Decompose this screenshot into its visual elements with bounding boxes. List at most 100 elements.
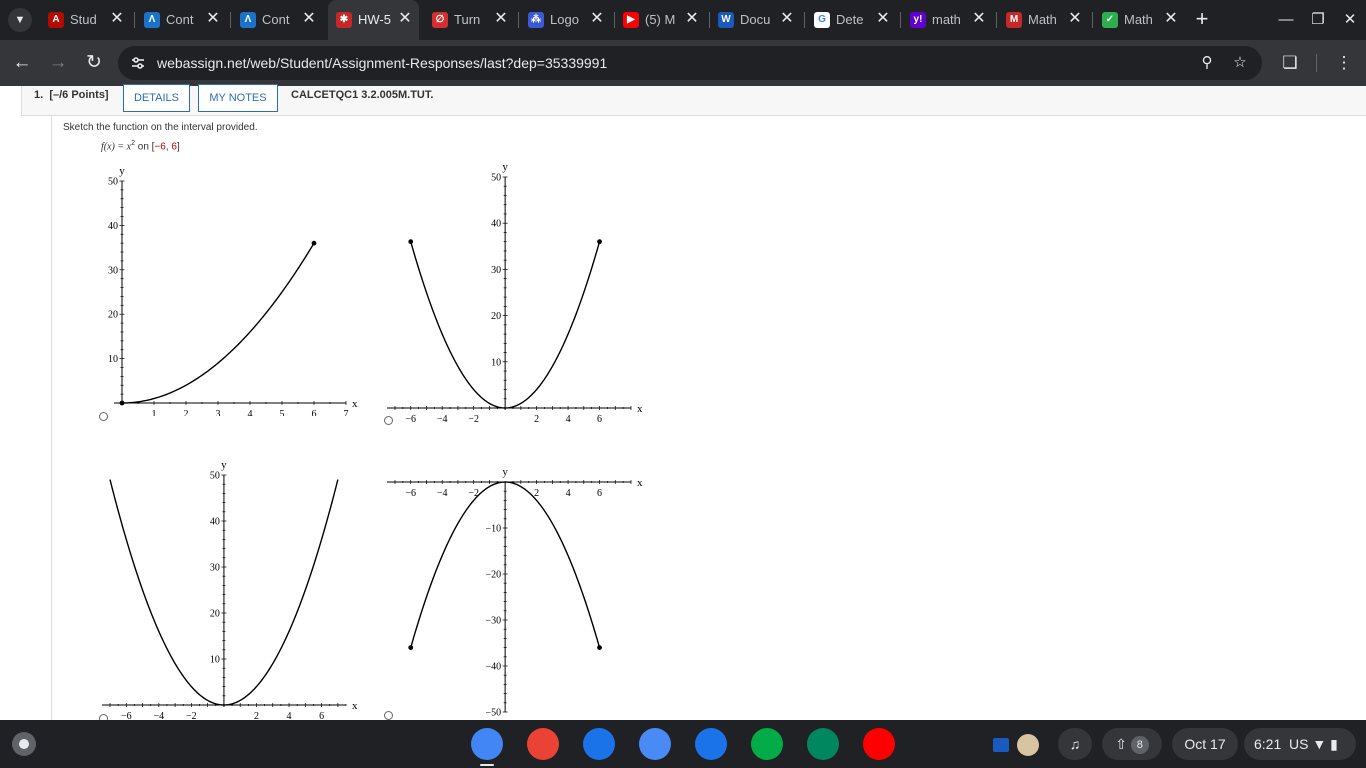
new-tab-button[interactable]: + [1190, 8, 1214, 32]
browser-toolbar: ← → ↻ webassign.net/web/Student/Assignme… [0, 40, 1366, 86]
tab-close-icon[interactable]: ✕ [589, 11, 605, 27]
locale-indicator: US [1289, 736, 1309, 752]
tab-title: Cont [166, 12, 194, 27]
y-axis-label: y [221, 459, 227, 471]
minimize-icon[interactable]: — [1274, 8, 1298, 32]
tab-11[interactable]: M Math ✕ [998, 0, 1089, 40]
y-axis-label: y [502, 466, 508, 478]
y-tick-label: 30 [108, 265, 118, 276]
x-tick-label: 2 [254, 711, 259, 720]
tab-10[interactable]: y! math ✕ [902, 0, 993, 40]
bookmark-star-icon[interactable]: ☆ [1231, 54, 1249, 72]
calendar-icon[interactable] [583, 728, 615, 760]
tab-close-icon[interactable]: ✕ [301, 11, 317, 27]
x-tick-label: 2 [534, 488, 539, 499]
tab-12[interactable]: ✓ Math ✕ [1094, 0, 1185, 40]
endpoint-dot [311, 240, 317, 246]
play-store-icon[interactable] [807, 728, 839, 760]
avatar[interactable] [1016, 734, 1039, 757]
date-pod[interactable]: Oct 17 [1172, 728, 1238, 760]
media-controls-icon[interactable]: ♫ [1058, 728, 1092, 760]
x-tick-label: 2 [184, 409, 189, 416]
y-tick-label: 40 [491, 219, 501, 230]
x-tick-label: −4 [437, 488, 448, 499]
endpoint-dot [408, 645, 414, 650]
endpoint-dot [597, 645, 602, 650]
site-settings-icon[interactable] [130, 55, 146, 71]
tab-close-icon[interactable]: ✕ [1067, 11, 1083, 27]
tab-separator [518, 12, 519, 28]
aleks-icon: Λ [144, 12, 160, 28]
x-tick-label: −6 [405, 414, 416, 422]
chrome-icon[interactable] [471, 728, 503, 760]
tab-8[interactable]: W Docu ✕ [710, 0, 801, 40]
zoom-icon[interactable]: ⚲ [1198, 54, 1216, 72]
status-area[interactable]: 6:21 US ▼ ▮ [1244, 728, 1356, 760]
tab-5[interactable]: ∅ Turn ✕ [424, 0, 515, 40]
tab-search-button[interactable]: ▼ [8, 8, 32, 32]
tab-close-icon[interactable]: ✕ [109, 11, 125, 27]
active-app-indicator [480, 764, 494, 766]
restore-window-icon[interactable]: ❐ [1306, 8, 1330, 32]
tab-9[interactable]: G Dete ✕ [806, 0, 897, 40]
x-tick-label: 4 [248, 409, 253, 416]
extensions-icon[interactable]: ❏ [1279, 52, 1301, 74]
tab-close-icon[interactable]: ✕ [397, 11, 413, 27]
system-shelf: ♫ ⇧ 8 Oct 17 6:21 US ▼ ▮ [0, 720, 1366, 768]
notification-pod[interactable]: ⇧ 8 [1102, 728, 1162, 760]
word-tray-icon[interactable] [984, 728, 1048, 760]
back-button[interactable]: ← [9, 50, 35, 76]
tab-separator [230, 12, 231, 28]
tab-title: Cont [262, 12, 290, 27]
tab-strip: ▼ A Stud ✕ Λ Cont ✕ Λ Cont ✕ ✱ HW-5 ✕ ∅ Turn ✕ ⁂ Logo ✕ ▶ (… [0, 0, 1366, 40]
meet-icon[interactable] [751, 728, 783, 760]
tab-7[interactable]: ▶ (5) M ✕ [615, 0, 706, 40]
launcher-button[interactable] [12, 732, 36, 756]
files-icon[interactable] [639, 728, 671, 760]
tab-close-icon[interactable]: ✕ [1163, 11, 1179, 27]
choice-a-radio[interactable] [99, 412, 108, 421]
tab-close-icon[interactable]: ✕ [684, 11, 700, 27]
address-bar[interactable]: webassign.net/web/Student/Assignment-Res… [118, 46, 1262, 80]
x-tick-label: 5 [280, 409, 285, 416]
tab-2[interactable]: Λ Cont ✕ [136, 0, 227, 40]
tab-close-icon[interactable]: ✕ [875, 11, 891, 27]
tab-3[interactable]: Λ Cont ✕ [232, 0, 323, 40]
x-tick-label: 1 [152, 409, 157, 416]
tab-title: Dete [836, 12, 864, 27]
my-notes-button[interactable]: MY NOTES [198, 84, 278, 112]
tab-close-icon[interactable]: ✕ [779, 11, 795, 27]
tab-1[interactable]: A Stud ✕ [40, 0, 131, 40]
x-tick-label: 3 [216, 409, 221, 416]
tab-close-icon[interactable]: ✕ [971, 11, 987, 27]
tab-close-icon[interactable]: ✕ [205, 11, 221, 27]
choice-b-radio[interactable] [384, 416, 393, 425]
tab-close-icon[interactable]: ✕ [493, 11, 509, 27]
tab-4[interactable]: ✱ HW-5 ✕ [328, 0, 419, 40]
forward-button[interactable]: → [45, 50, 71, 76]
x-tick-label: −2 [468, 488, 479, 499]
choice-d-radio[interactable] [384, 711, 393, 720]
y-tick-label: 40 [108, 221, 118, 232]
youtube-icon: ▶ [623, 12, 639, 28]
close-window-icon[interactable]: ✕ [1338, 8, 1362, 32]
y-tick-label: 20 [108, 310, 118, 321]
y-tick-label: 50 [108, 177, 118, 188]
youtube-icon[interactable] [863, 728, 895, 760]
reload-button[interactable]: ↻ [81, 50, 107, 76]
aleks-icon: Λ [240, 12, 256, 28]
google-icon: G [814, 12, 830, 28]
messages-icon[interactable] [695, 728, 727, 760]
details-button[interactable]: DETAILS [123, 84, 190, 112]
url-text[interactable]: webassign.net/web/Student/Assignment-Res… [157, 55, 607, 71]
x-axis-label: x [637, 477, 643, 489]
clock-time: 6:21 [1254, 736, 1282, 752]
gmail-icon[interactable] [527, 728, 559, 760]
content-border [51, 116, 52, 720]
tab-6[interactable]: ⁂ Logo ✕ [520, 0, 611, 40]
tab-title: Math [1028, 12, 1057, 27]
browser-menu-icon[interactable]: ⋮ [1333, 52, 1355, 74]
choice-d-graph: −6 −4 −2 2 4 6 −10 −20 −30 −40 −50 x y [387, 466, 643, 719]
x-tick-label: 4 [566, 414, 571, 422]
x-tick-label: 6 [319, 711, 324, 720]
